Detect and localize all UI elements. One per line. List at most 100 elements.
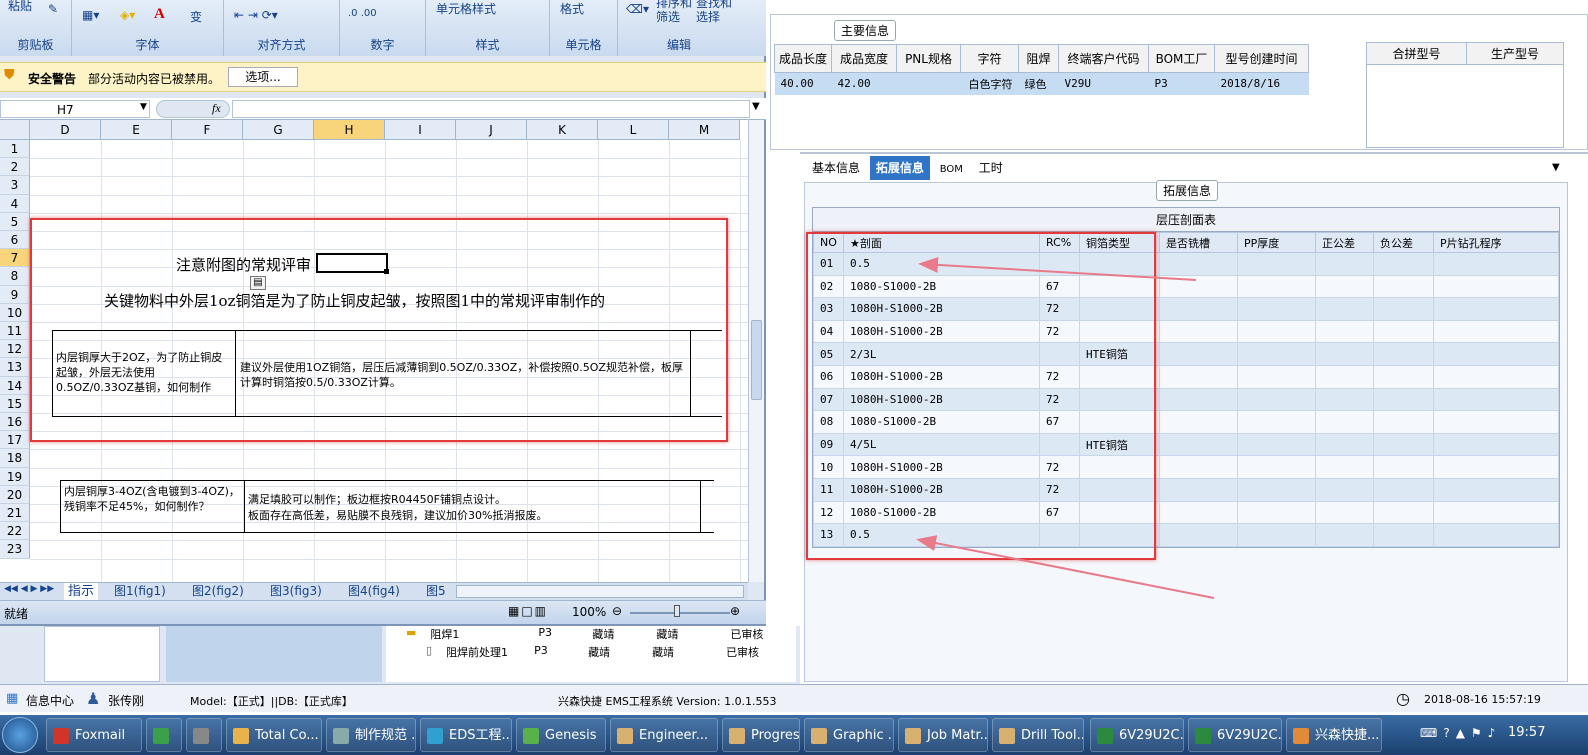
row-header[interactable]: 6 [0, 231, 30, 250]
col-header[interactable]: PP厚度 [1237, 232, 1316, 253]
col-header[interactable]: 字符 [960, 44, 1020, 73]
name-box[interactable]: H7 [0, 100, 150, 118]
taskbar-button[interactable]: EDS工程... [420, 718, 512, 752]
col-header[interactable]: BOM工厂 [1148, 44, 1216, 73]
row-header[interactable]: 2 [0, 158, 30, 177]
zoom-in-icon[interactable]: ⊕ [730, 604, 740, 618]
fill-color-icon[interactable]: ◈▾ [120, 8, 135, 22]
taskbar-button[interactable] [186, 718, 222, 752]
taskbar-button[interactable]: 制作规范 ... [326, 718, 416, 752]
row-header[interactable]: 9 [0, 285, 30, 304]
row-header[interactable]: 11 [0, 322, 30, 341]
col-header[interactable]: P片钻孔程序 [1433, 232, 1559, 253]
taskbar-button[interactable]: 6V29U2C... [1090, 718, 1184, 752]
tray-icons[interactable]: ⌨?▲⚑♪ [1420, 726, 1501, 740]
taskbar-button[interactable]: Total Co... [226, 718, 322, 752]
column-header[interactable]: D [30, 120, 101, 140]
column-header[interactable]: I [385, 120, 456, 140]
col-header[interactable]: 阻焊 [1018, 44, 1060, 73]
dropdown-arrow-icon[interactable]: ▼ [1552, 162, 1560, 173]
taskbar-button[interactable]: Genesis [516, 718, 606, 752]
zoom-out-icon[interactable]: ⊖ [612, 604, 622, 618]
row-header[interactable]: 1 [0, 140, 30, 159]
col-header[interactable]: 成品长度 [773, 44, 833, 73]
row-header[interactable]: 12 [0, 340, 30, 359]
tab-bom[interactable]: BOM [934, 158, 969, 182]
taskbar-button[interactable]: Drill Tool... [992, 718, 1084, 752]
taskbar-button[interactable]: Foxmail [46, 718, 142, 752]
taskbar-button[interactable]: Job Matr... [898, 718, 988, 752]
column-header[interactable]: F [172, 120, 243, 140]
col-header[interactable]: 正公差 [1315, 232, 1374, 253]
col-header[interactable]: 终端客户代码 [1058, 44, 1150, 73]
tab-basic-info[interactable]: 基本信息 [806, 156, 866, 180]
chevron-down-icon[interactable]: ▼ [140, 102, 147, 112]
options-button[interactable]: 选项... [228, 67, 298, 87]
sheet-nav-icon[interactable]: ◀◀ ◀ ▶ ▶▶ [4, 584, 54, 594]
column-header[interactable]: H [314, 120, 385, 140]
row-header[interactable]: 14 [0, 376, 30, 395]
tab-sheet[interactable]: 图1(fig1) [110, 583, 170, 600]
taskbar-button[interactable]: 6V29U2C... [1188, 718, 1282, 752]
paste-button[interactable]: 粘贴 [8, 0, 32, 14]
col-header[interactable]: 负公差 [1373, 232, 1434, 253]
row-header[interactable]: 19 [0, 467, 30, 486]
view-buttons-icon[interactable]: ▦□▥ [508, 604, 548, 618]
expand-icon[interactable]: ▼ [752, 101, 760, 112]
column-header[interactable]: J [456, 120, 527, 140]
column-header[interactable]: M [669, 120, 740, 140]
tab-sheet[interactable]: 指示 [64, 583, 99, 600]
row-header[interactable]: 23 [0, 540, 30, 559]
row-header[interactable]: 10 [0, 303, 30, 322]
column-header[interactable]: L [598, 120, 669, 140]
fx-icon[interactable]: fx [212, 101, 221, 116]
row-header[interactable]: 3 [0, 176, 30, 195]
sort-filter-button[interactable]: 排序和 筛选 [656, 0, 694, 24]
row-header[interactable]: 22 [0, 522, 30, 541]
row-header[interactable]: 17 [0, 431, 30, 450]
border-icon[interactable]: ▦▾ [82, 8, 99, 22]
clear-icon[interactable]: ⌫▾ [626, 2, 649, 16]
tree-item[interactable]: ▬ 阻焊1 P3 藏靖 藏靖 已审核 [406, 626, 763, 642]
find-select-button[interactable]: 查找和 选择 [696, 0, 734, 24]
start-button[interactable] [2, 717, 38, 753]
taskbar-button[interactable]: Engineer... [610, 718, 718, 752]
tab-sheet[interactable]: 图5 [422, 583, 450, 600]
row-header[interactable]: 8 [0, 267, 30, 286]
col-header[interactable]: 型号创建时间 [1214, 44, 1310, 73]
horizontal-scrollbar[interactable] [456, 585, 744, 598]
table-row[interactable]: 40.00 42.00 白色字符 绿色 V29U P3 2018/8/16 [774, 72, 1309, 95]
col-header[interactable]: 成品宽度 [831, 44, 898, 73]
column-header[interactable]: K [527, 120, 598, 140]
tab-ext-info[interactable]: 拓展信息 [869, 156, 930, 180]
tab-sheet[interactable]: 图4(fig4) [344, 583, 404, 600]
decimal-icon[interactable]: .0 .00 [348, 8, 377, 19]
formula-input[interactable] [232, 100, 750, 118]
column-header[interactable]: E [101, 120, 172, 140]
format-painter-icon[interactable]: ✎ [48, 2, 58, 16]
row-header[interactable]: 20 [0, 485, 30, 504]
select-all[interactable] [0, 120, 30, 140]
taskbar-button[interactable]: Progress [722, 718, 800, 752]
tab-sheet[interactable]: 图2(fig2) [188, 583, 248, 600]
column-header[interactable]: G [243, 120, 314, 140]
tab-sheet[interactable]: 图3(fig3) [266, 583, 326, 600]
cell-style-button[interactable]: 单元格样式 [436, 0, 496, 17]
row-header[interactable]: 16 [0, 413, 30, 432]
row-header[interactable]: 7 [0, 249, 30, 268]
indent-icon[interactable]: ⇤ ⇥ ⟳▾ [234, 8, 278, 22]
phonetic-icon[interactable]: 变 [190, 8, 202, 25]
taskbar-button[interactable]: Graphic ... [804, 718, 894, 752]
tab-hours[interactable]: 工时 [973, 156, 1009, 180]
col-header[interactable]: 生产型号 [1465, 43, 1563, 64]
col-header[interactable]: 合拼型号 [1367, 43, 1466, 64]
row-header[interactable]: 18 [0, 449, 30, 468]
col-header[interactable]: PNL规格 [896, 44, 962, 73]
taskbar-button[interactable]: 兴森快捷... [1286, 718, 1382, 752]
info-center[interactable]: 信息中心 [26, 692, 74, 709]
vertical-scrollbar[interactable] [748, 120, 764, 582]
font-color-icon[interactable]: A [154, 6, 165, 23]
tree-item[interactable]: ▯ 阻焊前处理1 P3 藏靖 藏靖 已审核 [426, 644, 759, 662]
row-header[interactable]: 5 [0, 212, 30, 231]
row-header[interactable]: 4 [0, 194, 30, 213]
